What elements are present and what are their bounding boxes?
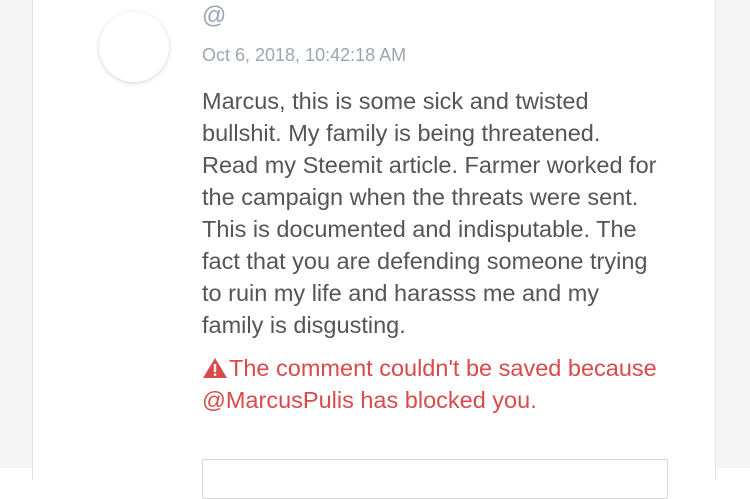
error-line: The comment couldn't be saved because <box>202 352 702 384</box>
comment-body-line: bullshit. My family is being threatened. <box>202 120 601 146</box>
warning-triangle-icon <box>203 358 227 378</box>
comment-body: Marcus, this is some sick and twisted bu… <box>202 85 702 341</box>
comment-timestamp[interactable]: Oct 6, 2018, 10:42:18 AM <box>202 43 406 67</box>
error-text: The comment couldn't be saved because <box>229 355 657 381</box>
comment-body-line: family is disgusting. <box>202 312 406 338</box>
comment-body-line: the campaign when the threats were sent. <box>202 184 639 210</box>
comment-body-line: This is documented and indisputable. The <box>202 216 637 242</box>
error-message: The comment couldn't be saved because @M… <box>202 352 702 416</box>
comment-body-line: to ruin my life and harasss me and my <box>202 280 600 306</box>
comment-username[interactable]: @ <box>202 2 226 30</box>
reply-input[interactable] <box>202 459 668 499</box>
comment-body-line: Read my Steemit article. Farmer worked f… <box>202 152 657 178</box>
error-line: @MarcusPulis has blocked you. <box>202 387 537 413</box>
avatar[interactable] <box>99 12 169 82</box>
comment-body-line: Marcus, this is some sick and twisted <box>202 88 589 114</box>
comment-body-line: fact that you are defending someone tryi… <box>202 248 648 274</box>
